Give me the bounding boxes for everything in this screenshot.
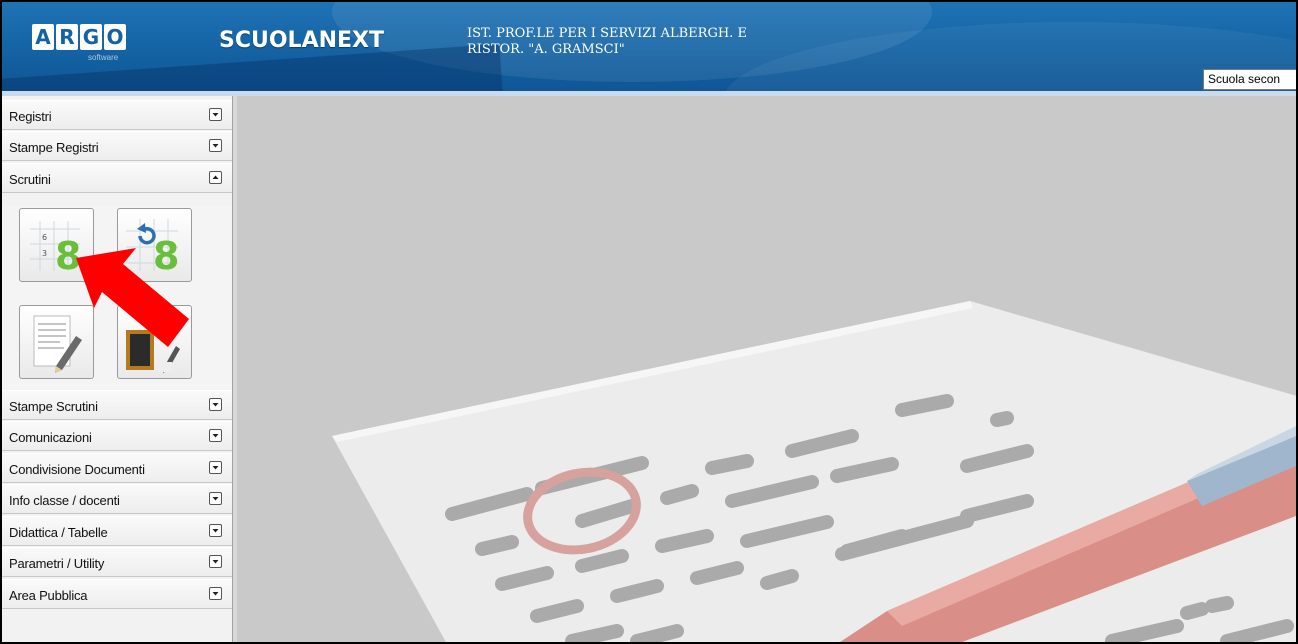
paper-pencil-illustration <box>332 301 1296 642</box>
sidebar-item-condivisione-documenti[interactable]: Condivisione Documenti <box>2 453 232 483</box>
chevron-down-icon[interactable] <box>209 492 222 505</box>
sidebar-item-label: Condivisione Documenti <box>9 462 145 477</box>
sidebar-item-label: Comunicazioni <box>9 430 92 445</box>
school-name-line: IST. PROF.LE PER I SERVIZI ALBERGH. E <box>467 26 747 41</box>
chevron-down-icon[interactable] <box>209 555 222 568</box>
sidebar-item-didattica-tabelle[interactable]: Didattica / Tabelle <box>2 516 232 546</box>
sidebar-item-comunicazioni[interactable]: Comunicazioni <box>2 421 232 451</box>
sidebar-item-area-pubblica[interactable]: Area Pubblica <box>2 579 232 609</box>
sidebar-item-label: Didattica / Tabelle <box>9 525 108 540</box>
chevron-down-icon[interactable] <box>209 139 222 152</box>
chevron-down-icon[interactable] <box>209 587 222 600</box>
sidebar-item-label: Stampe Scrutini <box>9 399 98 414</box>
chevron-down-icon[interactable] <box>209 429 222 442</box>
school-name-line: RISTOR. "A. GRAMSCI" <box>467 42 625 57</box>
chevron-down-icon[interactable] <box>209 524 222 537</box>
chevron-up-icon[interactable] <box>209 171 222 184</box>
sidebar-item-label: Info classe / docenti <box>9 493 120 508</box>
app-window: A R G O software SCUOLANEXT IST. PROF.LE… <box>0 0 1298 644</box>
chevron-down-icon[interactable] <box>209 398 222 411</box>
chevron-down-icon[interactable] <box>209 461 222 474</box>
chevron-down-icon[interactable] <box>209 108 222 121</box>
product-brand: SCUOLANEXT <box>219 28 385 53</box>
sidebar-item-info-classe-docenti[interactable]: Info classe / docenti <box>2 484 232 514</box>
main-content-area <box>237 96 1296 642</box>
sidebar-item-stampe-scrutini[interactable]: Stampe Scrutini <box>2 390 232 420</box>
sidebar-item-label: Area Pubblica <box>9 588 88 603</box>
red-arrow-annotation <box>76 248 189 347</box>
school-name: IST. PROF.LE PER I SERVIZI ALBERGH. E RI… <box>467 26 827 58</box>
sidebar-item-parametri-utility[interactable]: Parametri / Utility <box>2 547 232 577</box>
school-select[interactable]: Scuola secon <box>1203 69 1296 90</box>
sidebar-item-label: Parametri / Utility <box>9 556 105 571</box>
